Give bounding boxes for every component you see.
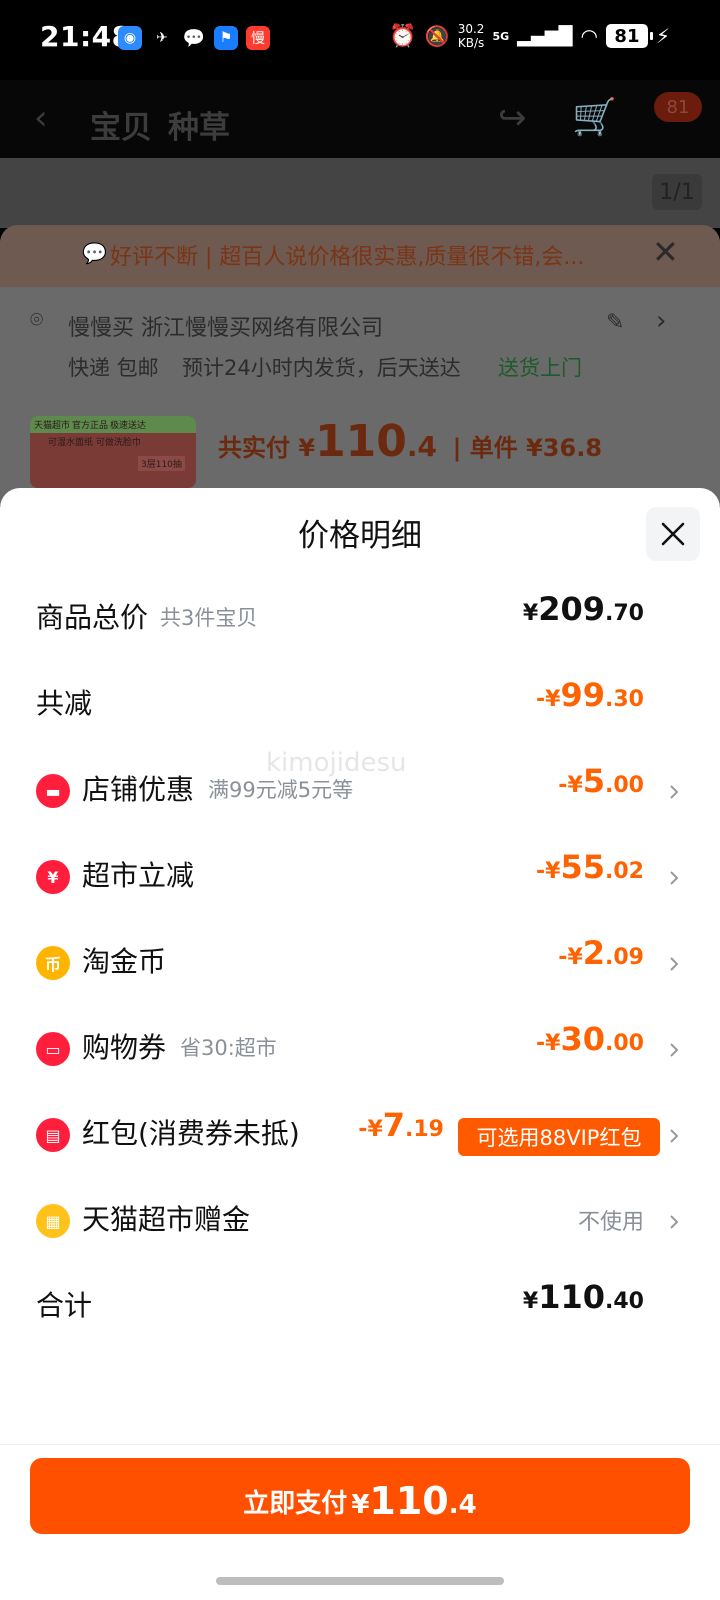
row-value: 不使用 <box>577 1210 644 1235</box>
product-caption: 可湿水面纸 可做洗脸巾 <box>48 438 141 448</box>
row-sub: 满99元减5元等 <box>208 778 354 802</box>
price-row-shopping-voucher[interactable]: ▭ 购物券 省30:超市 -¥30.00 <box>0 1020 720 1080</box>
tab-product[interactable]: 宝贝 <box>90 102 152 147</box>
delivery-method: 快递 包邮 <box>68 356 159 380</box>
shop-coupon-icon: ▬ <box>36 774 70 808</box>
charging-icon: ⚡ <box>655 24 670 48</box>
delivery-eta: 预计24小时内发货，后天送达 <box>182 356 461 380</box>
gift-card-icon: ▦ <box>36 1204 70 1238</box>
close-promo-icon[interactable]: ✕ <box>652 233 679 271</box>
order-total-summary: 共实付 ¥110.4 | 单件 ¥36.8 <box>218 416 603 467</box>
product-image-area <box>0 158 720 228</box>
mute-icon: 🔕 <box>424 24 450 48</box>
share-icon[interactable]: ↪ <box>498 98 527 138</box>
watermark: kimojidesu <box>266 748 407 778</box>
price-row-taojinbi[interactable]: 币 淘金币 -¥2.09 <box>0 934 720 994</box>
address-chevron-icon[interactable]: › <box>656 306 666 336</box>
ticket-icon: ▭ <box>36 1032 70 1066</box>
chevron-right-icon <box>670 1129 679 1143</box>
row-amount: -¥55.02 <box>536 848 644 886</box>
footer-divider <box>0 1444 720 1445</box>
row-label: 合计 <box>36 1289 93 1322</box>
home-indicator[interactable] <box>216 1577 504 1585</box>
back-icon[interactable]: ‹ <box>34 98 48 138</box>
address-line[interactable]: 慢慢买 浙江慢慢买网络有限公司 <box>68 310 383 342</box>
alarm-icon: ⏰ <box>389 23 417 49</box>
image-pager: 1/1 <box>652 174 702 210</box>
row-amount: -¥2.09 <box>558 934 644 972</box>
app-notification-icon: ◉ <box>118 26 142 50</box>
delivery-door: 送货上门 <box>498 356 582 380</box>
row-label: 商品总价 <box>36 601 149 634</box>
row-sub: 共3件宝贝 <box>160 606 258 630</box>
network-type: 5G <box>492 29 510 43</box>
bird-notification-icon: ✈ <box>150 26 174 50</box>
row-label: 购物券 <box>82 1031 167 1064</box>
pay-now-button[interactable]: 立即支付 ¥ 110 .4 <box>30 1458 690 1534</box>
coin-icon: 币 <box>36 946 70 980</box>
product-nav-bar: ‹ 宝贝 种草 ↪ 🛒 <box>0 80 720 158</box>
shopping-notification-icon: 慢 <box>246 26 270 50</box>
cart-icon[interactable]: 🛒 <box>572 96 617 138</box>
close-icon <box>661 522 685 546</box>
product-tag-row: 天猫超市 官方正品 极速送达 <box>30 416 196 433</box>
price-row-subtotal: 商品总价 共3件宝贝 ¥209.70 <box>0 590 720 650</box>
row-amount: -¥7.19 <box>358 1106 444 1144</box>
product-badge: 3层110抽 <box>138 456 185 471</box>
row-label: 天猫超市赠金 <box>82 1203 251 1236</box>
notification-icons: ◉ ✈ 💬 ⚑ 慢 <box>118 26 270 50</box>
price-row-red-packet[interactable]: ▤ 红包(消费券未抵) -¥7.19 可选用88VIP红包 <box>0 1106 720 1166</box>
status-bar: 21:48 ◉ ✈ 💬 ⚑ 慢 ⏰ 🔕 30.2 KB/s 5G ▂▄▆█ ◠ … <box>0 0 720 80</box>
row-amount: ¥110.40 <box>522 1278 644 1316</box>
tab-recommend[interactable]: 种草 <box>168 102 230 147</box>
product-thumbnail: 天猫超市 官方正品 极速送达 可湿水面纸 可做洗脸巾 3层110抽 <box>30 416 196 488</box>
price-row-supermarket-discount[interactable]: ¥ 超市立减 -¥55.02 <box>0 848 720 908</box>
cart-badge: 81 <box>654 92 702 122</box>
chevron-right-icon <box>670 871 679 885</box>
edit-address-icon[interactable]: ✎ <box>606 310 624 335</box>
promo-text: 好评不断 | 超百人说价格很实惠,质量很不错,会... <box>110 245 585 270</box>
row-label: 淘金币 <box>82 945 167 978</box>
close-sheet-button[interactable] <box>646 507 700 561</box>
promo-banner: 💬 好评不断 | 超百人说价格很实惠,质量很不错,会... ✕ <box>0 225 720 287</box>
row-amount: -¥30.00 <box>536 1020 644 1058</box>
signal-icon: ▂▄▆█ <box>517 25 573 47</box>
status-right: ⏰ 🔕 30.2 KB/s 5G ▂▄▆█ ◠ 81 ⚡ <box>389 22 670 50</box>
wifi-icon: ◠ <box>580 24 598 48</box>
chevron-right-icon <box>670 957 679 971</box>
price-row-total-discount: 共减 -¥99.30 <box>0 676 720 736</box>
sheet-title: 价格明细 <box>298 518 422 554</box>
network-speed: 30.2 KB/s <box>457 22 485 50</box>
chevron-right-icon <box>670 1215 679 1229</box>
yuan-icon: ¥ <box>36 860 70 894</box>
red-packet-icon: ▤ <box>36 1118 70 1152</box>
price-row-total: 合计 ¥110.40 <box>0 1278 720 1338</box>
chevron-right-icon <box>670 785 679 799</box>
chevron-right-icon <box>670 1043 679 1057</box>
wechat-notification-icon: 💬 <box>182 26 206 50</box>
chat-bubble-icon: 💬 <box>82 241 107 265</box>
row-amount: ¥209.70 <box>522 590 644 628</box>
row-label: 超市立减 <box>82 859 195 892</box>
row-amount: -¥99.30 <box>536 676 644 714</box>
battery-icon: 81 <box>605 24 653 48</box>
row-label: 红包(消费券未抵) <box>82 1117 300 1150</box>
row-amount: -¥5.00 <box>558 762 644 800</box>
vip-red-packet-badge[interactable]: 可选用88VIP红包 <box>458 1118 660 1156</box>
row-label: 共减 <box>36 687 93 720</box>
flag-notification-icon: ⚑ <box>214 26 238 50</box>
location-icon: ⌾ <box>30 308 44 333</box>
row-sub: 省30:超市 <box>180 1036 277 1060</box>
row-label: 店铺优惠 <box>82 773 195 806</box>
price-row-bonus-credit[interactable]: ▦ 天猫超市赠金 不使用 <box>0 1192 720 1252</box>
